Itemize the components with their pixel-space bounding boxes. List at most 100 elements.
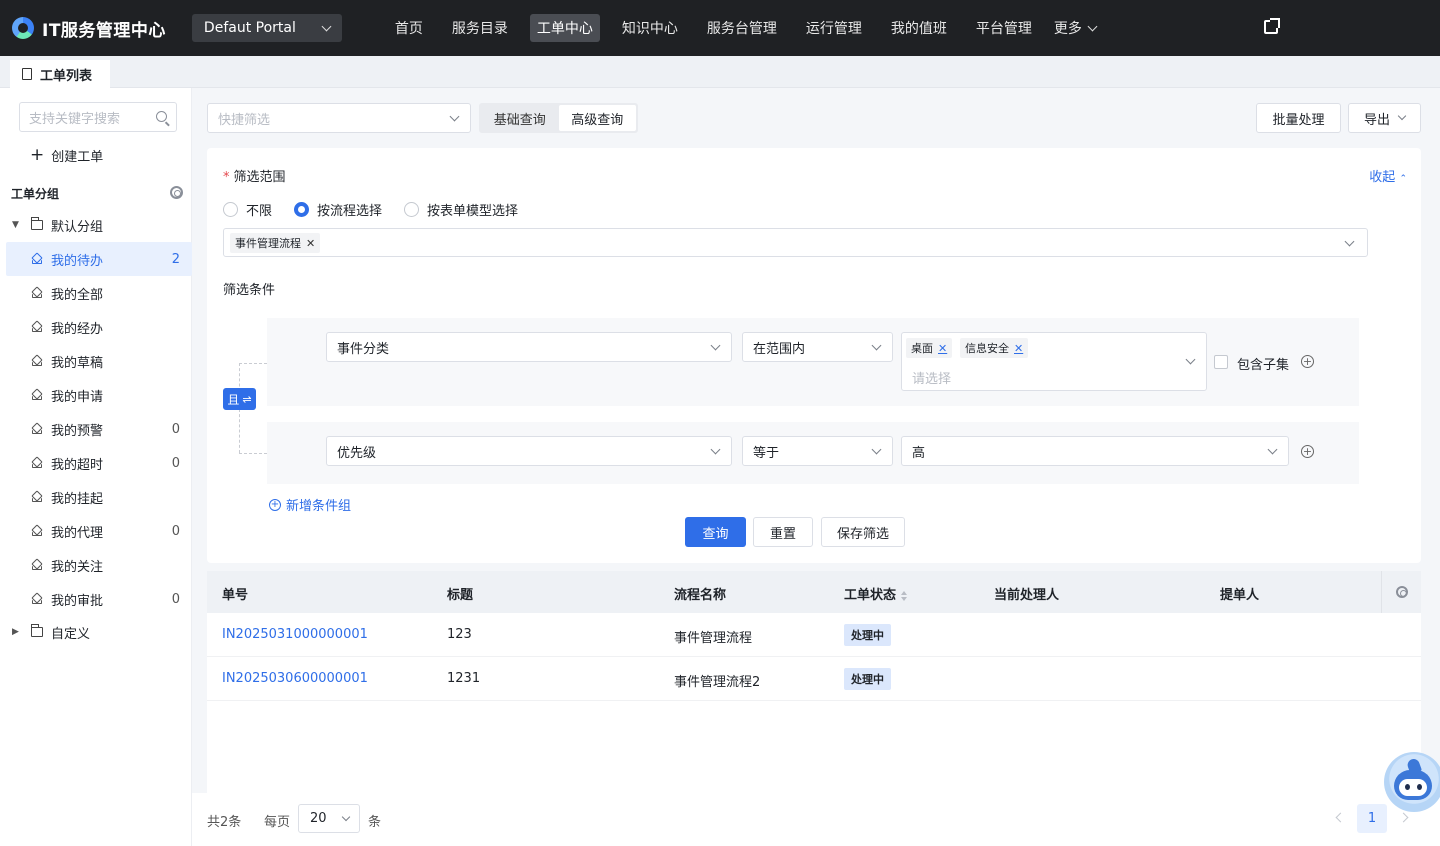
batch-process-button[interactable]: 批量处理 <box>1256 103 1341 133</box>
radio-circle-selected[interactable] <box>294 202 310 217</box>
close-icon[interactable]: ✕ <box>938 342 947 355</box>
layers-icon <box>31 560 42 571</box>
plus-icon: + <box>30 145 45 165</box>
close-icon[interactable]: ✕ <box>306 237 315 250</box>
radio-by-form-model[interactable]: 按表单模型选择 <box>404 200 518 219</box>
external-link-icon[interactable] <box>1264 18 1280 34</box>
portal-select[interactable]: Defaut Portal <box>191 14 342 42</box>
nav-platform[interactable]: 平台管理 <box>969 14 1039 42</box>
prev-page-icon[interactable] <box>1335 812 1346 823</box>
search-icon[interactable] <box>156 111 167 122</box>
page-size-select[interactable]: 20 <box>298 804 360 833</box>
batch-label: 批量处理 <box>1272 112 1325 128</box>
nav-knowledge[interactable]: 知识中心 <box>615 14 685 42</box>
process-select[interactable]: 事件管理流程 ✕ <box>223 228 1368 257</box>
condition-operator-value: 等于 <box>753 445 780 461</box>
nav-my-duty[interactable]: 我的值班 <box>884 14 954 42</box>
ticket-id-link[interactable]: IN2025030600000001 <box>222 671 368 686</box>
sort-icon[interactable] <box>901 590 908 601</box>
reset-label: 重置 <box>769 526 796 542</box>
condition-value-multiselect[interactable]: 桌面 ✕ 信息安全 ✕ 请选择 <box>901 332 1207 391</box>
layers-icon <box>31 526 42 537</box>
sidebar-item-my-followed[interactable]: 我的关注 <box>0 548 192 582</box>
bot-face <box>1399 779 1427 796</box>
sidebar-item-label: 我的待办 <box>51 253 104 269</box>
nav-more[interactable]: 更多 <box>1054 18 1098 38</box>
nav-service-desk[interactable]: 服务台管理 <box>700 14 784 42</box>
tab-basic-query[interactable]: 基础查询 <box>481 105 559 131</box>
chevron-down-icon <box>871 444 882 455</box>
condition-operator-select[interactable]: 等于 <box>742 436 893 466</box>
sidebar-item-label: 我的审批 <box>51 593 104 609</box>
sidebar-item-count: 0 <box>171 455 180 471</box>
app-logo[interactable]: IT服务管理中心 <box>12 16 166 41</box>
group-settings-icon[interactable] <box>170 186 183 199</box>
sidebar-item-my-handled[interactable]: 我的经办 <box>0 310 192 344</box>
nav-ticket-center[interactable]: 工单中心 <box>529 14 600 42</box>
nav-home[interactable]: 首页 <box>388 14 430 42</box>
nav-service-catalog[interactable]: 服务目录 <box>445 14 515 42</box>
sidebar-search-input[interactable]: 支持关键字搜索 <box>19 102 177 132</box>
sidebar-item-my-drafts[interactable]: 我的草稿 <box>0 344 192 378</box>
tab-advanced-query[interactable]: 高级查询 <box>558 105 636 131</box>
radio-circle[interactable] <box>404 202 420 217</box>
assistant-bot-icon[interactable] <box>1384 752 1440 812</box>
condition-field-select[interactable]: 事件分类 <box>326 332 732 362</box>
sidebar-item-my-requests[interactable]: 我的申请 <box>0 378 192 412</box>
layers-icon <box>31 594 42 605</box>
col-title: 标题 <box>447 588 474 603</box>
sidebar-item-my-warnings[interactable]: 我的预警 0 <box>0 412 192 446</box>
sidebar-item-my-all[interactable]: 我的全部 <box>0 276 192 310</box>
condition-value-select[interactable]: 高 <box>901 436 1289 466</box>
sidebar-item-my-overdue[interactable]: 我的超时 0 <box>0 446 192 480</box>
table-row[interactable]: IN2025030600000001 1231 事件管理流程2 处理中 <box>207 657 1421 701</box>
column-settings-icon[interactable] <box>1396 586 1408 598</box>
condition-operator-value: 在范围内 <box>753 341 806 357</box>
radio-circle[interactable] <box>223 202 238 217</box>
ticket-id-link[interactable]: IN2025031000000001 <box>222 627 368 642</box>
export-label: 导出 <box>1363 112 1390 128</box>
create-ticket-button[interactable]: + 创建工单 <box>30 145 103 166</box>
condition-field-value: 优先级 <box>337 445 377 461</box>
reset-button[interactable]: 重置 <box>753 517 813 547</box>
add-condition-group-button[interactable]: + 新增条件组 <box>269 495 351 514</box>
chevron-down-icon <box>1344 236 1355 247</box>
caret-down-icon[interactable]: ▼ <box>12 220 19 230</box>
layers-icon <box>31 254 42 265</box>
save-filter-button[interactable]: 保存筛选 <box>821 517 905 547</box>
layers-icon <box>31 492 42 503</box>
condition-operator-select[interactable]: 在范围内 <box>742 332 893 362</box>
table-row[interactable]: IN2025031000000001 123 事件管理流程 处理中 <box>207 613 1421 657</box>
collapse-button[interactable]: 收起 ⌃ <box>1369 166 1407 185</box>
tree-custom-group[interactable]: ▶ 自定义 <box>0 615 192 649</box>
condition-field-select[interactable]: 优先级 <box>326 436 732 466</box>
tab-label: 工单列表 <box>40 68 93 84</box>
col-status[interactable]: 工单状态 <box>844 584 908 603</box>
sidebar-item-my-delegated[interactable]: 我的代理 0 <box>0 514 192 548</box>
export-button[interactable]: 导出 <box>1348 103 1421 133</box>
group-title: 工单分组 <box>11 187 60 201</box>
status-badge: 处理中 <box>844 624 891 646</box>
add-condition-icon[interactable]: + <box>1301 355 1314 368</box>
tree-default-group[interactable]: ▼ 默认分组 <box>0 208 192 242</box>
bot-eye <box>1405 784 1410 790</box>
custom-group-label: 自定义 <box>51 626 91 642</box>
caret-right-icon[interactable]: ▶ <box>12 627 19 637</box>
radio-unlimited[interactable]: 不限 <box>223 200 272 219</box>
tab-ticket-list[interactable]: 工单列表 <box>10 60 110 88</box>
add-condition-icon[interactable]: + <box>1301 445 1314 458</box>
logo-icon <box>12 17 34 39</box>
close-icon[interactable]: ✕ <box>1014 342 1023 355</box>
sidebar-item-my-approvals[interactable]: 我的审批 0 <box>0 582 192 616</box>
sidebar-item-my-todo[interactable]: 我的待办 2 <box>6 242 192 276</box>
include-sub-checkbox[interactable] <box>1214 355 1228 369</box>
sidebar-item-my-suspended[interactable]: 我的挂起 <box>0 480 192 514</box>
page-number-current[interactable]: 1 <box>1357 804 1387 833</box>
layers-icon <box>31 458 42 469</box>
radio-by-process[interactable]: 按流程选择 <box>294 200 382 219</box>
nav-operations[interactable]: 运行管理 <box>799 14 869 42</box>
quick-filter-select[interactable]: 快捷筛选 <box>207 103 471 133</box>
logic-toggle-button[interactable]: 且 ⇌ <box>223 388 256 410</box>
query-button[interactable]: 查询 <box>685 517 746 547</box>
next-page-icon[interactable] <box>1398 812 1409 823</box>
